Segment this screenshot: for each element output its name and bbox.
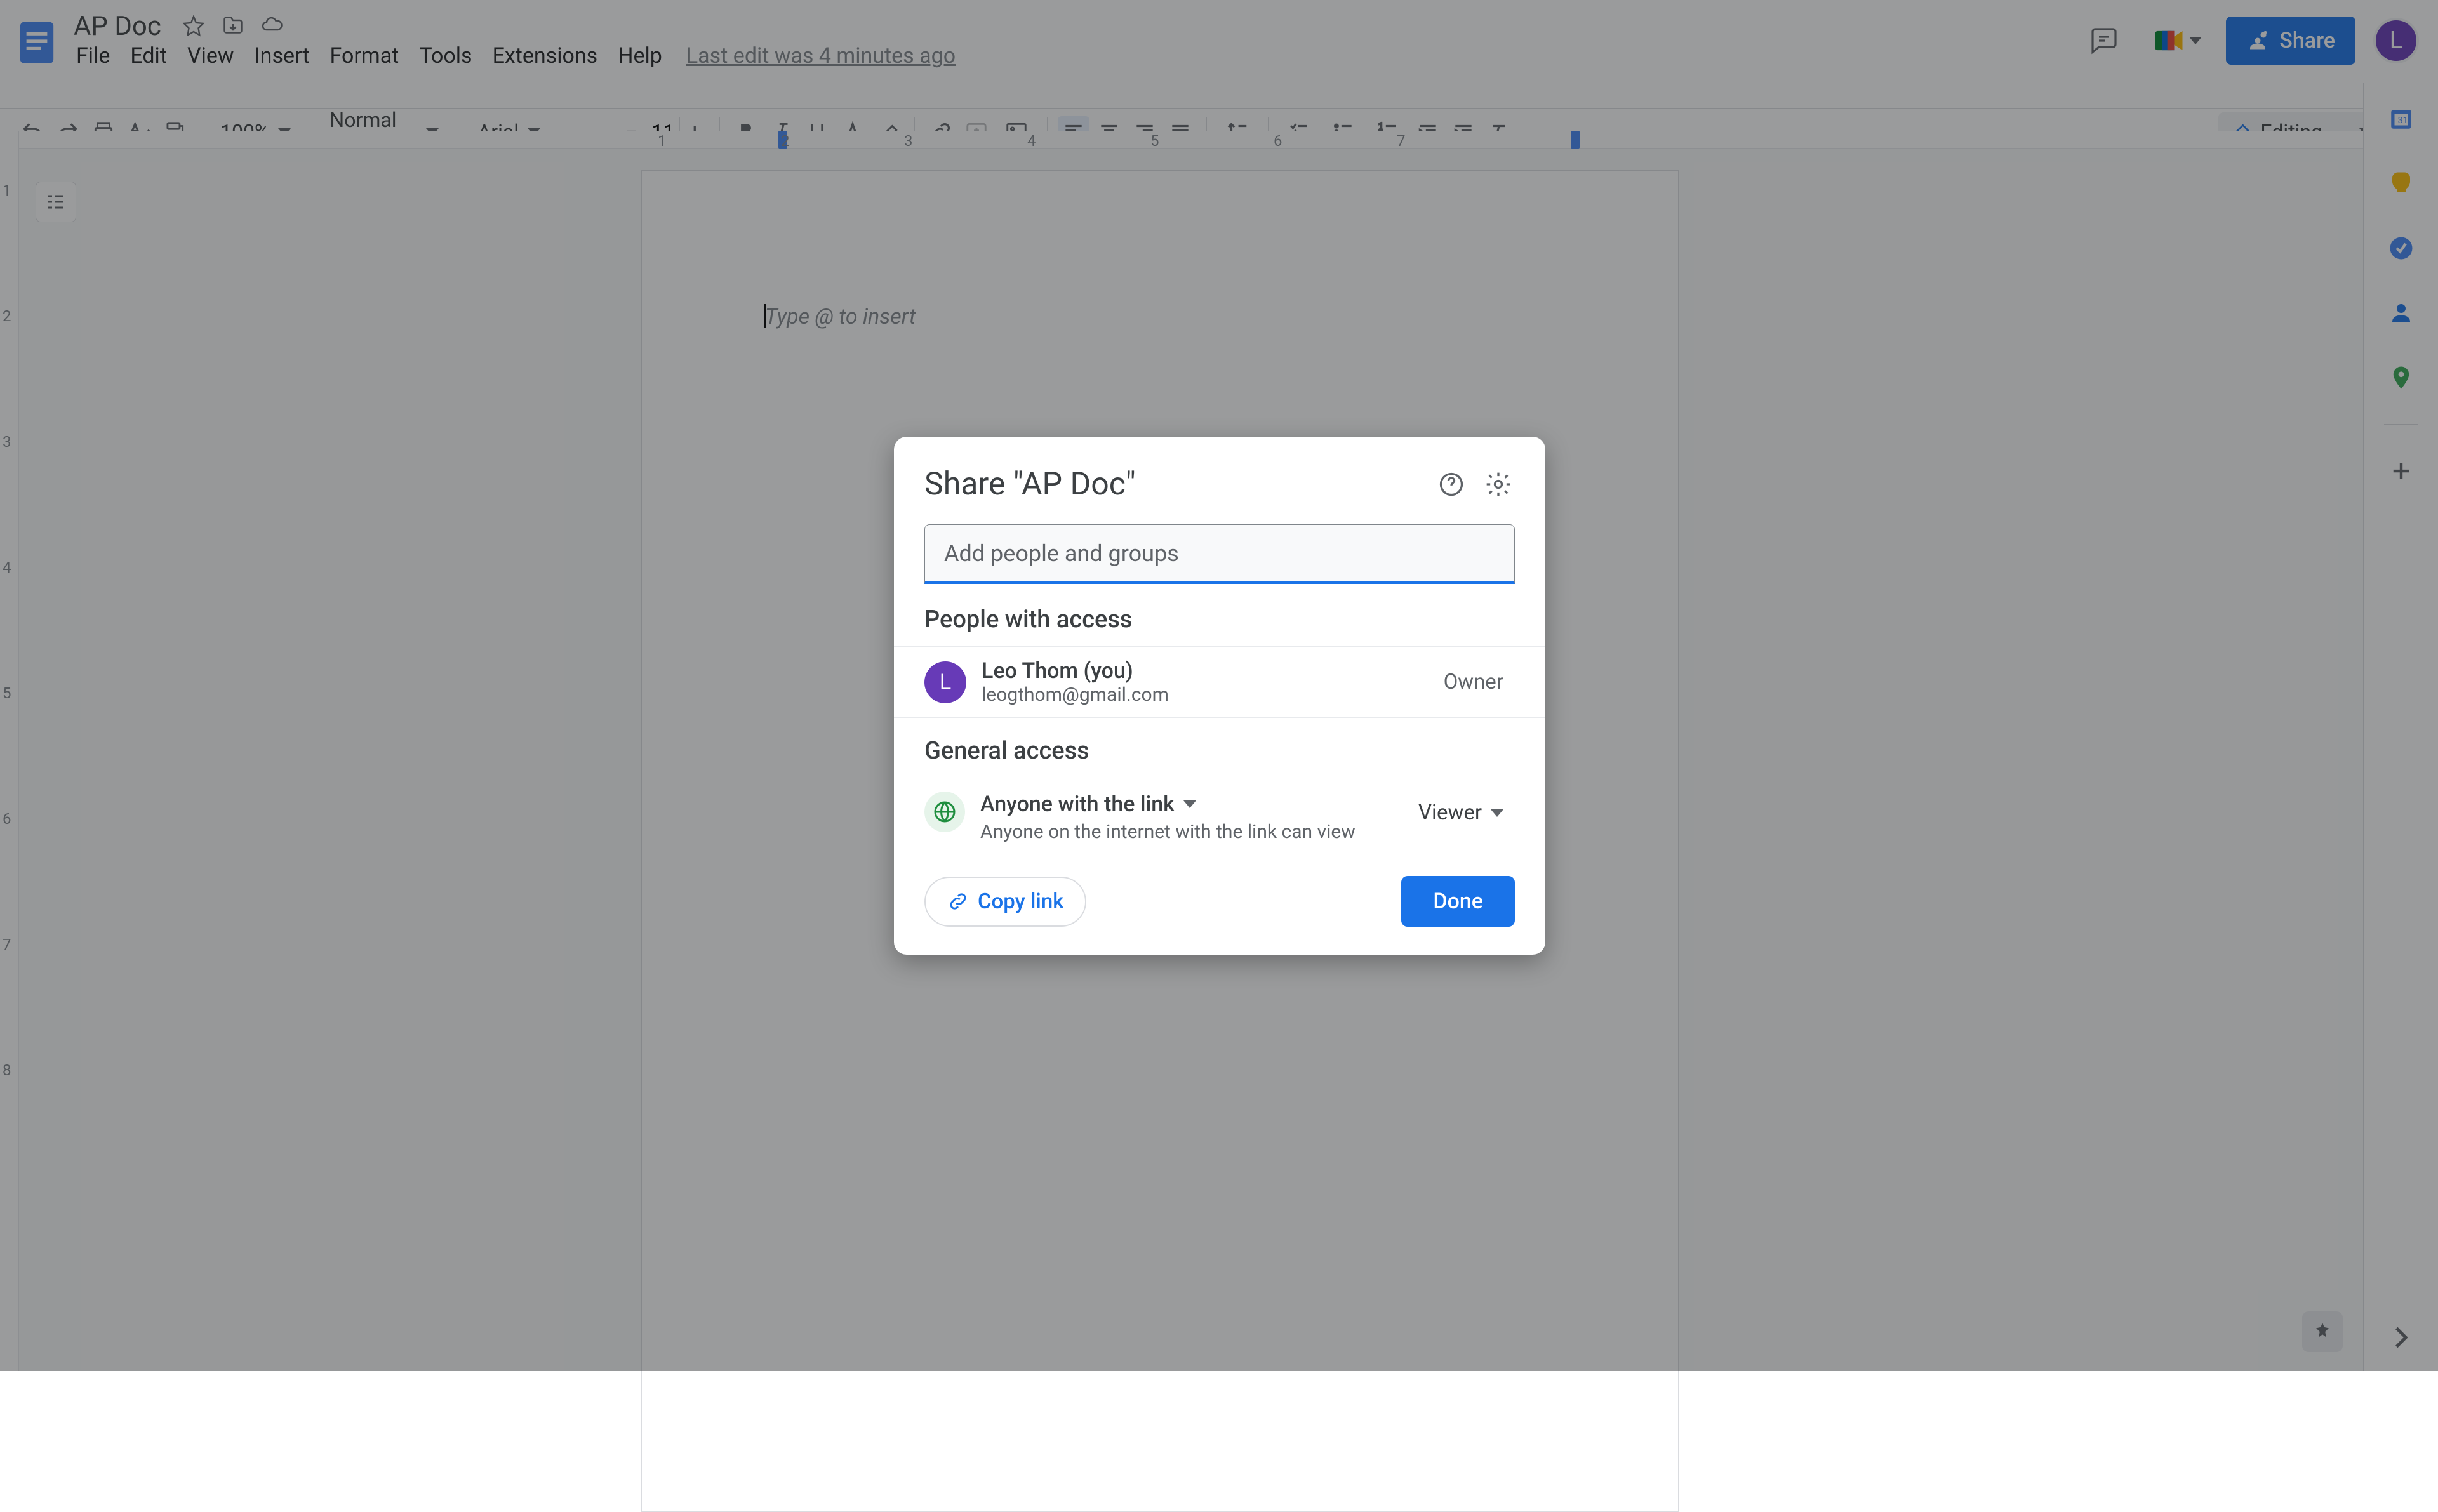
globe-icon — [924, 792, 965, 832]
access-scope-select[interactable]: Anyone with the link — [980, 792, 1407, 817]
gear-icon[interactable] — [1482, 468, 1515, 501]
copy-link-button[interactable]: Copy link — [924, 877, 1086, 927]
add-people-input[interactable]: Add people and groups — [924, 524, 1515, 584]
copy-link-label: Copy link — [978, 889, 1063, 914]
person-row: L Leo Thom (you) leogthom@gmail.com Owne… — [894, 646, 1545, 718]
help-icon[interactable] — [1435, 468, 1468, 501]
dialog-title: Share "AP Doc" — [924, 466, 1421, 503]
person-name: Leo Thom (you) — [982, 658, 1444, 684]
permission-select[interactable]: Viewer — [1407, 792, 1515, 834]
share-dialog: Share "AP Doc" Add people and groups Peo… — [894, 437, 1545, 955]
chevron-down-icon — [1183, 800, 1196, 808]
person-avatar: L — [924, 661, 966, 703]
done-button[interactable]: Done — [1401, 876, 1515, 927]
person-email: leogthom@gmail.com — [982, 684, 1444, 706]
permission-label: Viewer — [1418, 800, 1482, 825]
people-section-title: People with access — [894, 606, 1545, 633]
access-description: Anyone on the internet with the link can… — [980, 821, 1407, 843]
access-scope-label: Anyone with the link — [980, 792, 1175, 817]
person-role: Owner — [1444, 670, 1515, 694]
general-access-row: Anyone with the link Anyone on the inter… — [894, 784, 1545, 862]
input-placeholder: Add people and groups — [944, 540, 1179, 567]
general-section-title: General access — [894, 718, 1545, 771]
chevron-down-icon — [1491, 809, 1503, 817]
